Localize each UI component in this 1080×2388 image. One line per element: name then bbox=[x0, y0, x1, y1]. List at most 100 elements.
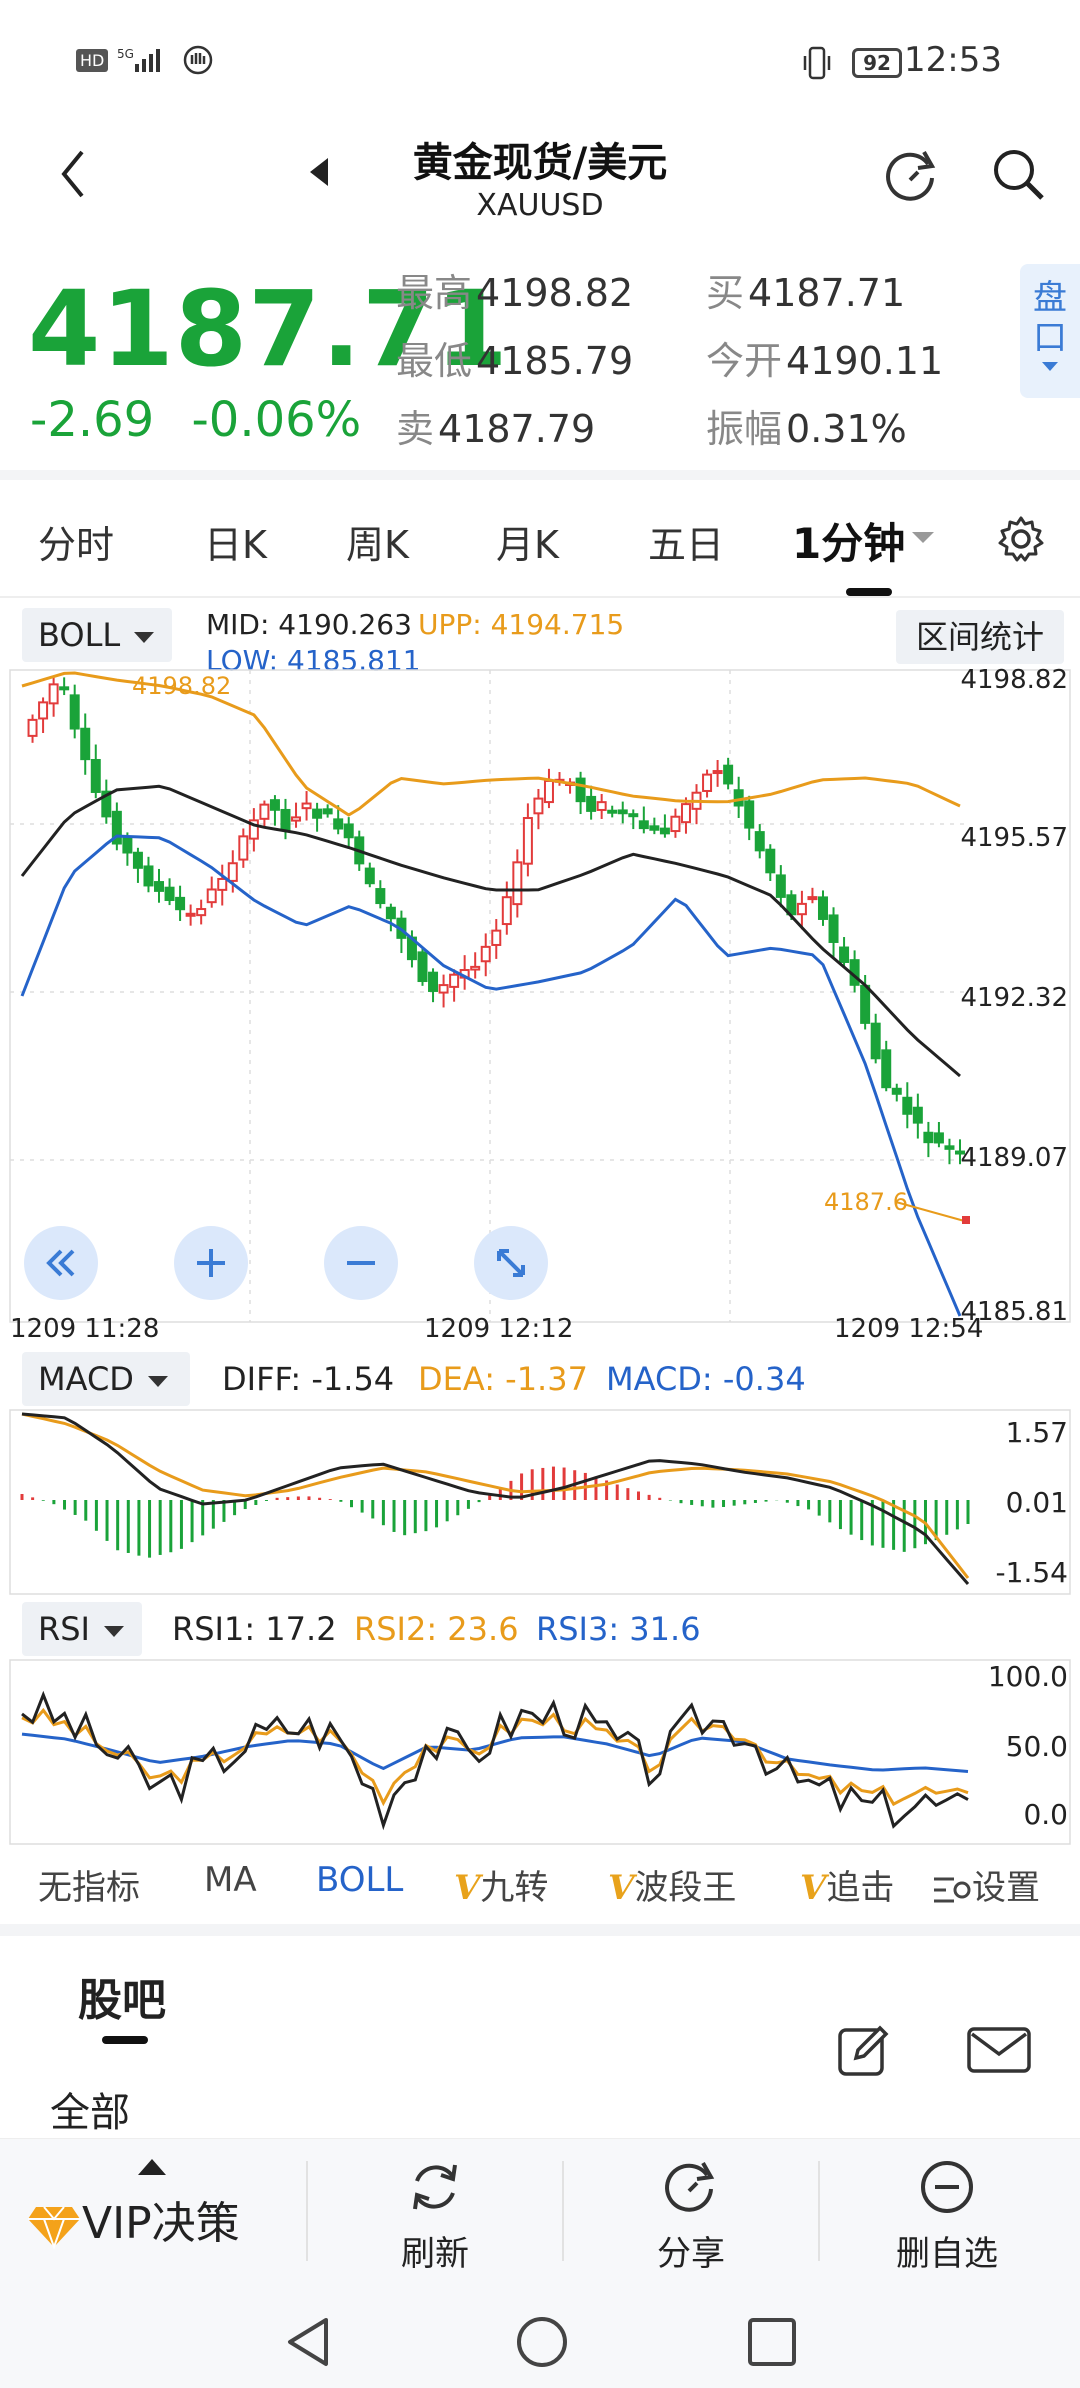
gear-icon[interactable] bbox=[996, 514, 1046, 564]
candle-body bbox=[796, 902, 807, 916]
network-indicator: HD 5G bbox=[76, 44, 214, 76]
battery-indicator: 92 bbox=[852, 48, 902, 78]
system-nav-bar bbox=[0, 2298, 1080, 2388]
candle-body bbox=[933, 1132, 944, 1144]
candle-body bbox=[280, 808, 291, 831]
indicator-none[interactable]: 无指标 bbox=[38, 1860, 140, 1909]
filter-all[interactable]: 全部 bbox=[50, 2080, 130, 2138]
macd-chart[interactable]: 1.57 0.01 -1.54 bbox=[0, 1408, 1080, 1596]
time-label-start: 1209 11:28 bbox=[10, 1314, 160, 1344]
macd-tag-label: MACD bbox=[38, 1360, 134, 1398]
boll-mid: MID: 4190.263 bbox=[206, 608, 412, 641]
change-percent: -0.06% bbox=[191, 392, 362, 448]
indicator-settings[interactable]: 设置 bbox=[928, 1860, 1040, 1909]
rsi-chart[interactable]: 100.0 50.0 0.0 bbox=[0, 1656, 1080, 1846]
nav-recents-icon[interactable] bbox=[744, 2314, 800, 2370]
candle-body bbox=[227, 862, 238, 882]
vip-decision-button[interactable]: VIP决策 bbox=[26, 2159, 306, 2251]
candle-body bbox=[744, 800, 755, 829]
period-tabs: 分时 日K 周K 月K 五日 1分钟 bbox=[0, 480, 1080, 596]
zoom-in-button[interactable] bbox=[174, 1226, 248, 1300]
indicator-boll[interactable]: BOLL bbox=[316, 1860, 403, 1900]
candle-body bbox=[912, 1106, 923, 1124]
candle-body bbox=[944, 1145, 955, 1150]
active-tab-indicator bbox=[846, 588, 892, 596]
candle-body bbox=[385, 906, 396, 920]
candle-body bbox=[902, 1096, 913, 1115]
svg-text:5G: 5G bbox=[117, 47, 134, 61]
toolbar-divider bbox=[562, 2161, 564, 2261]
tabs-divider bbox=[0, 596, 1080, 598]
indicator-jiuzhuan[interactable]: V九转 bbox=[454, 1860, 548, 1909]
stat-sell-label: 卖 bbox=[396, 407, 435, 451]
candle-body bbox=[765, 848, 776, 874]
indicator-boduanwang[interactable]: V波段王 bbox=[608, 1860, 736, 1909]
tab-week-k[interactable]: 周K bbox=[346, 514, 409, 569]
share-refresh-icon[interactable] bbox=[880, 144, 942, 206]
stat-buy-label: 买 bbox=[706, 271, 745, 315]
candle-body bbox=[501, 896, 512, 926]
header: 黄金现货/美元 XAUUSD bbox=[0, 110, 1080, 250]
refresh-button[interactable]: 刷新 bbox=[310, 2157, 560, 2275]
stat-open: 今开 4190.11 bbox=[706, 330, 943, 385]
boll-tag-label: BOLL bbox=[38, 616, 121, 654]
tab-five-day[interactable]: 五日 bbox=[648, 514, 724, 569]
candle-body bbox=[923, 1131, 934, 1144]
rsi-axis-label: 100.0 bbox=[988, 1660, 1068, 1693]
rsi-tag-label: RSI bbox=[38, 1610, 90, 1648]
last-price-label: 4187.6 bbox=[824, 1188, 908, 1216]
share-icon bbox=[665, 2162, 715, 2212]
candle-body bbox=[132, 851, 143, 869]
nav-back-icon[interactable] bbox=[282, 2312, 338, 2372]
indicator-ma[interactable]: MA bbox=[204, 1860, 257, 1900]
edit-icon[interactable] bbox=[836, 2022, 892, 2078]
mail-icon[interactable] bbox=[966, 2026, 1032, 2076]
candle-body bbox=[428, 971, 439, 992]
boll-indicator-select[interactable]: BOLL bbox=[22, 608, 172, 662]
remove-watchlist-label: 删自选 bbox=[896, 2234, 998, 2274]
chevron-down-icon bbox=[147, 1375, 168, 1387]
chart-frame bbox=[9, 669, 1071, 1323]
candle-body bbox=[375, 888, 386, 905]
rsi-axis-label: 50.0 bbox=[1006, 1730, 1068, 1763]
candle-body bbox=[438, 984, 449, 994]
tab-1min[interactable]: 1分钟 bbox=[792, 510, 905, 571]
scroll-left-button[interactable] bbox=[24, 1226, 98, 1300]
plus-icon bbox=[197, 1249, 225, 1277]
candle-body bbox=[143, 865, 154, 887]
tab-fenshi[interactable]: 分时 bbox=[38, 514, 114, 569]
candle-body bbox=[617, 809, 628, 815]
macd-indicator-select[interactable]: MACD bbox=[22, 1352, 190, 1406]
range-stats-button[interactable]: 区间统计 bbox=[896, 610, 1064, 664]
stat-sell-value: 4187.79 bbox=[438, 407, 596, 451]
time-label-mid: 1209 12:12 bbox=[424, 1314, 574, 1344]
chevron-down-icon bbox=[134, 631, 155, 643]
pankou-label: 盘口 bbox=[1033, 278, 1067, 358]
nav-home-icon[interactable] bbox=[512, 2312, 572, 2372]
candle-body bbox=[881, 1049, 892, 1089]
pankou-button[interactable]: 盘口 bbox=[1020, 264, 1080, 398]
zoom-out-button[interactable] bbox=[324, 1226, 398, 1300]
guba-tab[interactable]: 股吧 bbox=[78, 1964, 166, 2028]
candle-body bbox=[491, 929, 502, 946]
indicator-zhuiji[interactable]: V追击 bbox=[800, 1860, 920, 1909]
tab-day-k[interactable]: 日K bbox=[204, 514, 267, 569]
share-button[interactable]: 分享 bbox=[566, 2157, 816, 2275]
status-bar: HD 5G 92 12:53 bbox=[0, 0, 1080, 110]
candle-body bbox=[839, 946, 850, 963]
macd-axis-label: 1.57 bbox=[1006, 1416, 1068, 1449]
tab-month-k[interactable]: 月K bbox=[496, 514, 559, 569]
fullscreen-button[interactable] bbox=[474, 1226, 548, 1300]
candle-body bbox=[575, 777, 586, 803]
candle-body bbox=[122, 837, 133, 854]
remove-watchlist-button[interactable]: 删自选 bbox=[822, 2157, 1072, 2275]
rsi-indicator-select[interactable]: RSI bbox=[22, 1602, 142, 1656]
indicator-settings-label: 设置 bbox=[972, 1868, 1040, 1908]
search-icon[interactable] bbox=[990, 146, 1050, 206]
tab-dropdown-icon[interactable] bbox=[912, 532, 934, 543]
candle-body bbox=[333, 818, 344, 830]
rsi3-value: RSI3: 31.6 bbox=[536, 1610, 701, 1648]
stat-amplitude-label: 振幅 bbox=[706, 407, 783, 451]
candle-body bbox=[723, 764, 734, 785]
candle-body bbox=[586, 795, 597, 812]
